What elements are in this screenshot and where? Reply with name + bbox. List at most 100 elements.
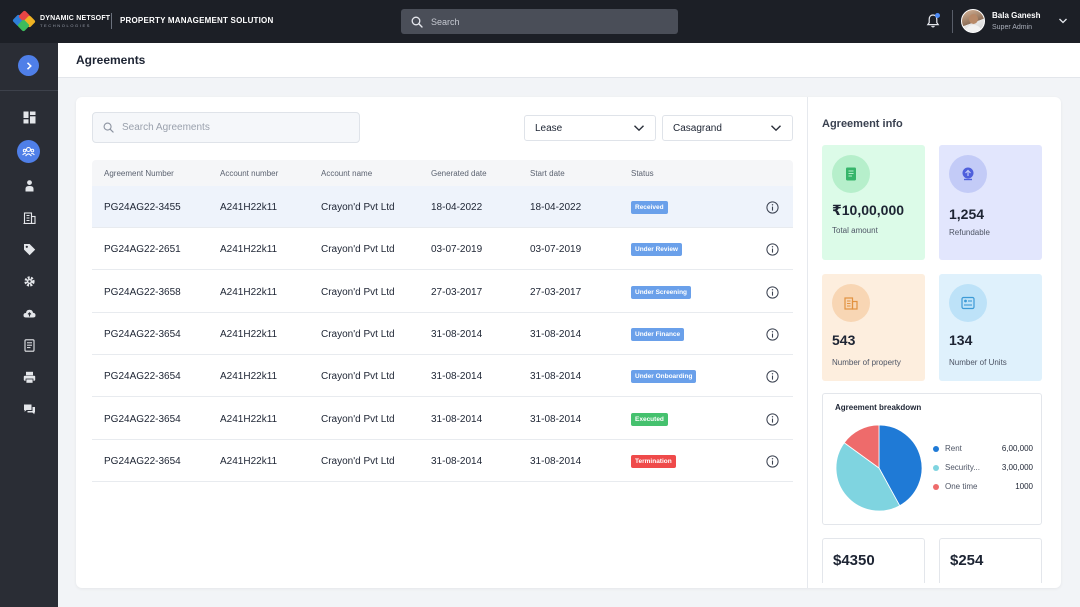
top-bar: DYNAMIC NETSOFT TECHNOLOGIES PROPERTY MA…: [0, 0, 1080, 43]
document-icon[interactable]: [20, 336, 38, 354]
status-badge: Under Finance: [631, 327, 685, 341]
table-row[interactable]: PG24AG22-2651 A241H22k11 Crayon'd Pvt Ltd 0…: [92, 228, 793, 271]
column-header[interactable]: Start date: [530, 169, 565, 178]
legend-item: Rent 6,00,000: [933, 443, 1033, 455]
table-row[interactable]: PG24AG22-3654 A241H22k11 Crayon'd Pvt Ltd 3…: [92, 355, 793, 398]
panel-divider: [807, 97, 808, 588]
refundable-card[interactable]: 1,254 Refundable: [939, 145, 1042, 260]
start-date-cell: 27-03-2017: [530, 286, 582, 298]
info-icon[interactable]: [766, 412, 779, 426]
start-date-cell: 31-08-2014: [530, 371, 582, 383]
chevron-down-icon[interactable]: [1058, 16, 1068, 26]
breakdown-title: Agreement breakdown: [835, 403, 922, 412]
legend-swatch: [933, 465, 939, 471]
mini-card-value: $254: [950, 552, 984, 569]
global-search[interactable]: [401, 9, 678, 34]
start-date-cell: 18-04-2022: [530, 202, 582, 213]
legend-label: One time: [945, 482, 978, 491]
table-row[interactable]: PG24AG22-3658 A241H22k11 Crayon'd Pvt Ltd 2…: [92, 271, 793, 313]
info-icon[interactable]: [766, 455, 779, 468]
property-count-card[interactable]: 543 Number of property: [822, 274, 925, 381]
account-name-cell: Crayon'd Pvt Ltd: [321, 413, 395, 425]
column-header[interactable]: Agreement Number: [104, 169, 174, 178]
agreements-search-input[interactable]: [122, 122, 352, 133]
sidebar-expand-button[interactable]: [18, 55, 39, 76]
legend-item: Security... 3,00,000: [933, 462, 1033, 474]
company-select[interactable]: Casagrand: [662, 115, 793, 141]
agreements-list-area: Lease Casagrand Agreement Number Account…: [76, 97, 807, 588]
company-value: Casagrand: [673, 122, 722, 134]
account-name-cell: Crayon'd Pvt Ltd: [321, 371, 395, 383]
info-icon[interactable]: [766, 285, 779, 299]
status-badge: Executed: [631, 412, 668, 426]
agreements-card: Lease Casagrand Agreement Number Account…: [76, 97, 1061, 588]
sidebar-divider: [0, 90, 58, 91]
total-amount-card[interactable]: ₹10,00,000 Total amount: [822, 145, 925, 260]
refundable-label: Refundable: [949, 228, 990, 237]
agreement-breakdown-card: Agreement breakdown Rent 6,00,000 Security…: [822, 393, 1042, 525]
column-header[interactable]: Account number: [220, 169, 278, 178]
status-badge: Under Onboarding: [631, 370, 697, 384]
tag-icon[interactable]: [20, 240, 38, 258]
info-icon[interactable]: [766, 328, 779, 341]
cloud-upload-icon[interactable]: [20, 304, 38, 322]
column-header[interactable]: Account name: [321, 169, 372, 178]
legend-item: One time 1000: [933, 481, 1033, 493]
printer-icon[interactable]: [20, 368, 38, 386]
column-header[interactable]: Generated date: [431, 169, 487, 178]
invoice-icon: [832, 155, 870, 193]
agreement-number-cell: PG24AG22-3654: [104, 455, 181, 467]
gear-icon[interactable]: [20, 272, 38, 290]
column-header[interactable]: Status: [631, 169, 654, 178]
breakdown-pie-chart[interactable]: [835, 424, 923, 512]
notification-dot: [935, 13, 940, 18]
generated-date-cell: 31-08-2014: [431, 371, 483, 383]
user-name: Bala Ganesh: [992, 11, 1041, 20]
bell-icon[interactable]: [926, 13, 940, 29]
account-number-cell: A241H22k11: [220, 328, 278, 340]
property-count-label: Number of property: [832, 358, 901, 367]
chevron-down-icon: [771, 125, 781, 132]
app-logo[interactable]: DYNAMIC NETSOFT TECHNOLOGIES: [12, 10, 110, 32]
agreement-number-cell: PG24AG22-3654: [104, 413, 181, 425]
dashboard-icon[interactable]: [20, 108, 38, 126]
table-row[interactable]: PG24AG22-3654 A241H22k11 Crayon'd Pvt Ltd 3…: [92, 398, 793, 440]
account-name-cell: Crayon'd Pvt Ltd: [321, 244, 395, 256]
amount-card-254[interactable]: $254: [939, 538, 1042, 583]
generated-date-cell: 31-08-2014: [431, 455, 483, 467]
sidebar: [0, 43, 58, 607]
app-title: PROPERTY MANAGEMENT SOLUTION: [120, 16, 274, 25]
avatar[interactable]: [961, 9, 985, 33]
units-count-value: 134: [949, 332, 973, 348]
refundable-value: 1,254: [949, 206, 985, 222]
info-icon[interactable]: [766, 370, 779, 383]
table-row[interactable]: PG24AG22-3455 A241H22k11 Crayon'd Pvt Ltd 1…: [92, 186, 793, 228]
property-count-value: 543: [832, 332, 856, 348]
building-icon[interactable]: [20, 208, 38, 226]
units-count-card[interactable]: 134 Number of Units: [939, 274, 1042, 381]
agreements-search[interactable]: [92, 112, 360, 143]
agreement-number-cell: PG24AG22-3654: [104, 328, 181, 340]
global-search-input[interactable]: [431, 16, 661, 27]
table-row[interactable]: PG24AG22-3654 A241H22k11 Crayon'd Pvt Ltd 3…: [92, 440, 793, 482]
info-icon[interactable]: [766, 201, 779, 214]
status-badge: Under Review: [631, 243, 682, 257]
generated-date-cell: 27-03-2017: [431, 286, 483, 298]
account-number-cell: A241H22k11: [220, 455, 278, 467]
lease-type-select[interactable]: Lease: [524, 115, 656, 141]
user-role: Super Admin: [992, 24, 1033, 31]
agreement-number-cell: PG24AG22-3455: [104, 202, 181, 213]
refund-icon: [949, 155, 987, 193]
search-icon: [103, 122, 114, 133]
users-group-icon[interactable]: [17, 140, 40, 163]
chat-icon[interactable]: [20, 400, 38, 418]
generated-date-cell: 03-07-2019: [431, 244, 483, 256]
account-number-cell: A241H22k11: [220, 371, 278, 383]
amount-card-4350[interactable]: $4350: [822, 538, 925, 583]
header-divider: [952, 10, 953, 33]
info-icon[interactable]: [766, 243, 779, 256]
account-number-cell: A241H22k11: [220, 286, 278, 298]
table-row[interactable]: PG24AG22-3654 A241H22k11 Crayon'd Pvt Ltd 3…: [92, 313, 793, 355]
status-badge: Under Screening: [631, 285, 692, 299]
person-icon[interactable]: [20, 176, 38, 194]
